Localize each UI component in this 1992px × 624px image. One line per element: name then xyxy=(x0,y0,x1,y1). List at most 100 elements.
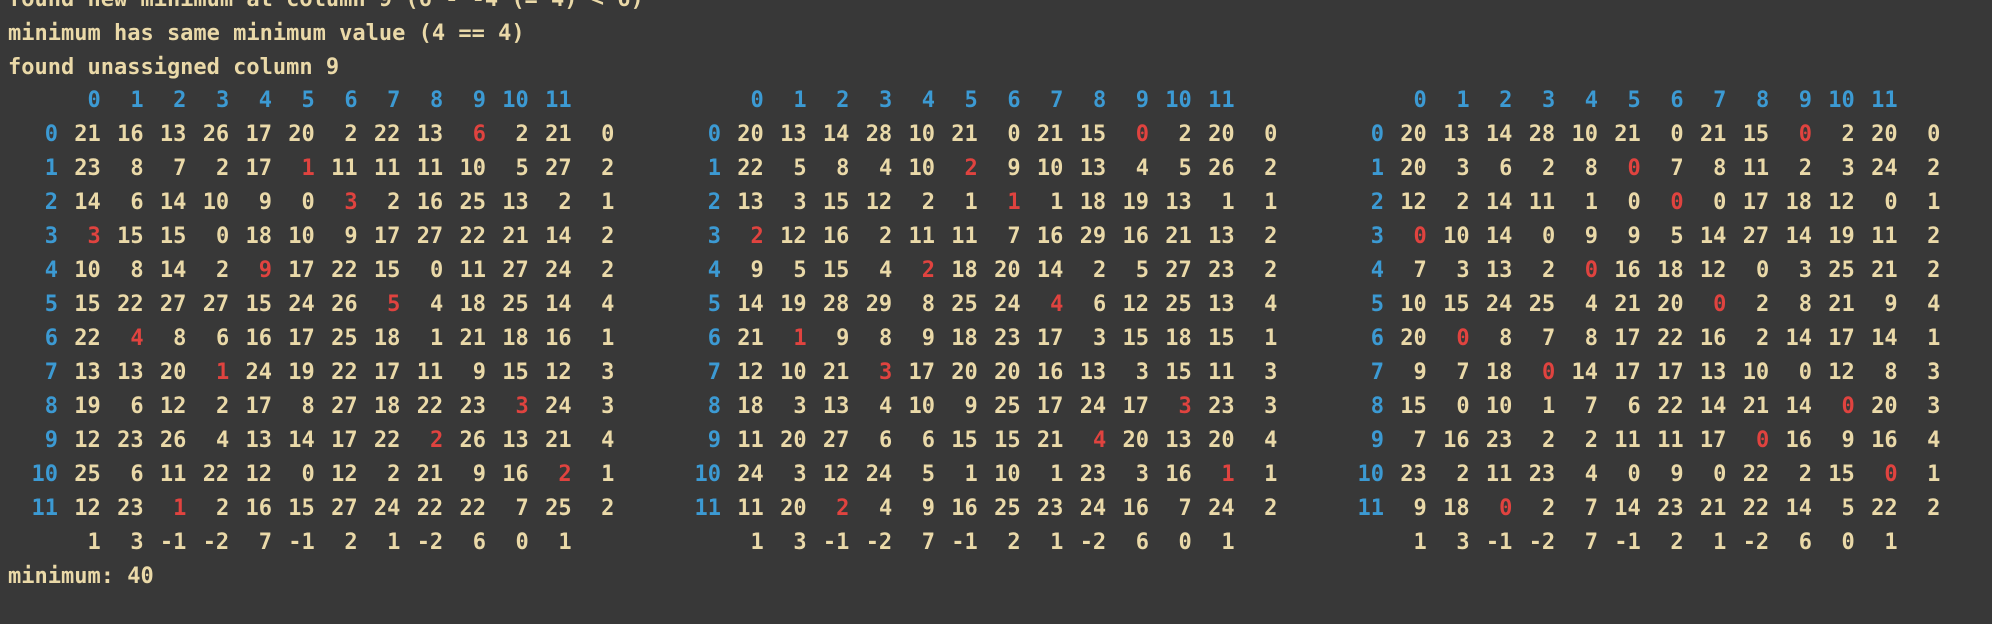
column-index: 6 xyxy=(1007,88,1021,113)
matrix-cell: 18 xyxy=(373,394,401,419)
matrix-cell: 14 xyxy=(159,190,187,215)
matrix-cell: 23 xyxy=(1036,496,1064,521)
matrix-cell: 21 xyxy=(459,326,487,351)
matrix-cell: 17 xyxy=(1699,428,1727,453)
matrix-cell: 16 xyxy=(1122,496,1150,521)
column-minimum: 6 xyxy=(1798,530,1812,555)
row-index: 9 xyxy=(707,428,721,453)
matrix-cell: 24 xyxy=(545,394,572,419)
matrix-cell: 18 xyxy=(373,326,401,351)
matrix-cell: 7 xyxy=(1413,258,1427,283)
matrix-cell: 7 xyxy=(1584,496,1598,521)
matrix-cell: 22 xyxy=(1742,462,1770,487)
matrix-cell: 8 xyxy=(878,326,893,351)
row-index: 4 xyxy=(44,258,58,283)
column-index: 5 xyxy=(301,88,315,113)
matrix-cell: 0 xyxy=(1798,360,1812,385)
highlighted-cell: 1 xyxy=(173,496,187,521)
matrix-cell: 16 xyxy=(1443,428,1470,453)
highlighted-cell: 0 xyxy=(1884,462,1898,487)
row-minimum: 2 xyxy=(601,156,615,181)
row-minimum: 4 xyxy=(1264,292,1278,317)
matrix-cell: 5 xyxy=(1135,258,1149,283)
matrix-cell: 2 xyxy=(1541,428,1556,453)
matrix-cell: 21 xyxy=(502,224,529,249)
matrix-cell: 15 xyxy=(288,496,315,521)
matrix-cell: 4 xyxy=(1584,462,1598,487)
matrix-cell: 10 xyxy=(994,462,1021,487)
highlighted-cell: 2 xyxy=(429,428,444,453)
matrix-cell: 24 xyxy=(1871,156,1898,181)
column-minimum: 3 xyxy=(793,530,807,555)
matrix-cell: 8 xyxy=(836,156,850,181)
matrix-cell: 3 xyxy=(1798,258,1812,283)
matrix-cell: 11 xyxy=(737,496,764,521)
matrix-cell: 15 xyxy=(74,292,101,317)
matrix-cell: 9 xyxy=(1413,360,1427,385)
matrix-cell: 27 xyxy=(202,292,230,317)
highlighted-cell: 0 xyxy=(1670,190,1684,215)
matrix-cell: 2 xyxy=(1541,496,1556,521)
matrix-cell: 22 xyxy=(1657,326,1684,351)
column-index: 11 xyxy=(545,88,572,113)
matrix-cell: 3 xyxy=(1092,326,1107,351)
matrix-cell: 8 xyxy=(173,326,187,351)
highlighted-cell: 0 xyxy=(1413,224,1427,249)
matrix-cell: 24 xyxy=(994,292,1021,317)
matrix-cell: 13 xyxy=(245,428,273,453)
row-minimum: 3 xyxy=(1264,394,1278,419)
matrix-cell: 8 xyxy=(1798,292,1812,317)
matrix-cell: 6 xyxy=(130,462,144,487)
column-minimum: -1 xyxy=(288,530,315,555)
matrix-cell: 2 xyxy=(1755,326,1770,351)
matrix-cell: 13 xyxy=(1208,224,1235,249)
matrix-cell: 18 xyxy=(737,394,764,419)
matrix-cell: 24 xyxy=(1485,292,1513,317)
highlighted-cell: 4 xyxy=(1050,292,1064,317)
highlighted-cell: 5 xyxy=(387,292,401,317)
matrix-cell: 10 xyxy=(1571,122,1599,147)
matrix-cell: 21 xyxy=(1036,428,1064,453)
matrix-cell: 10 xyxy=(202,190,230,215)
matrix-cell: 27 xyxy=(159,292,187,317)
matrix-cell: 16 xyxy=(1036,224,1064,249)
matrix-cell: 16 xyxy=(951,496,978,521)
matrix-cell: 25 xyxy=(994,394,1021,419)
matrix-cell: 2 xyxy=(515,122,529,147)
matrix-cell: 20 xyxy=(1871,122,1898,147)
minimum-result: minimum: 40 xyxy=(8,564,154,589)
matrix-cell: 7 xyxy=(515,496,529,521)
matrix-cell: 2 xyxy=(1841,122,1855,147)
column-index: 1 xyxy=(130,88,144,113)
matrix-cell: 24 xyxy=(1079,496,1107,521)
matrix-cell: 1 xyxy=(1050,462,1064,487)
matrix-cell: 22 xyxy=(117,292,144,317)
highlighted-cell: 0 xyxy=(1135,122,1149,147)
highlighted-cell: 0 xyxy=(1627,156,1641,181)
matrix-cell: 10 xyxy=(908,122,936,147)
column-minimum: 7 xyxy=(921,530,935,555)
matrix-cell: 17 xyxy=(1742,190,1770,215)
matrix-cell: 14 xyxy=(1036,258,1064,283)
row-minimum: 3 xyxy=(601,394,615,419)
matrix-cell: 14 xyxy=(545,224,572,249)
matrix-cell: 6 xyxy=(1499,156,1513,181)
matrix-cell: 4 xyxy=(878,394,893,419)
column-minimum: 1 xyxy=(558,530,572,555)
highlighted-cell: 0 xyxy=(1713,292,1727,317)
matrix-cell: 22 xyxy=(373,122,401,147)
matrix-cell: 9 xyxy=(344,224,358,249)
matrix-cell: 2 xyxy=(344,122,358,147)
matrix-cell: 16 xyxy=(822,224,850,249)
matrix-cell: 27 xyxy=(331,496,358,521)
matrix-cell: 17 xyxy=(288,326,315,351)
matrix-cell: 7 xyxy=(1541,326,1556,351)
matrix-cell: 21 xyxy=(545,428,572,453)
matrix-cell: 13 xyxy=(780,122,807,147)
matrix-cell: 24 xyxy=(245,360,273,385)
matrix-cell: 12 xyxy=(331,462,358,487)
matrix-cell: 24 xyxy=(288,292,315,317)
matrix-cell: 9 xyxy=(1627,224,1641,249)
matrix-cell: 29 xyxy=(865,292,893,317)
matrix-cell: 8 xyxy=(1584,326,1598,351)
